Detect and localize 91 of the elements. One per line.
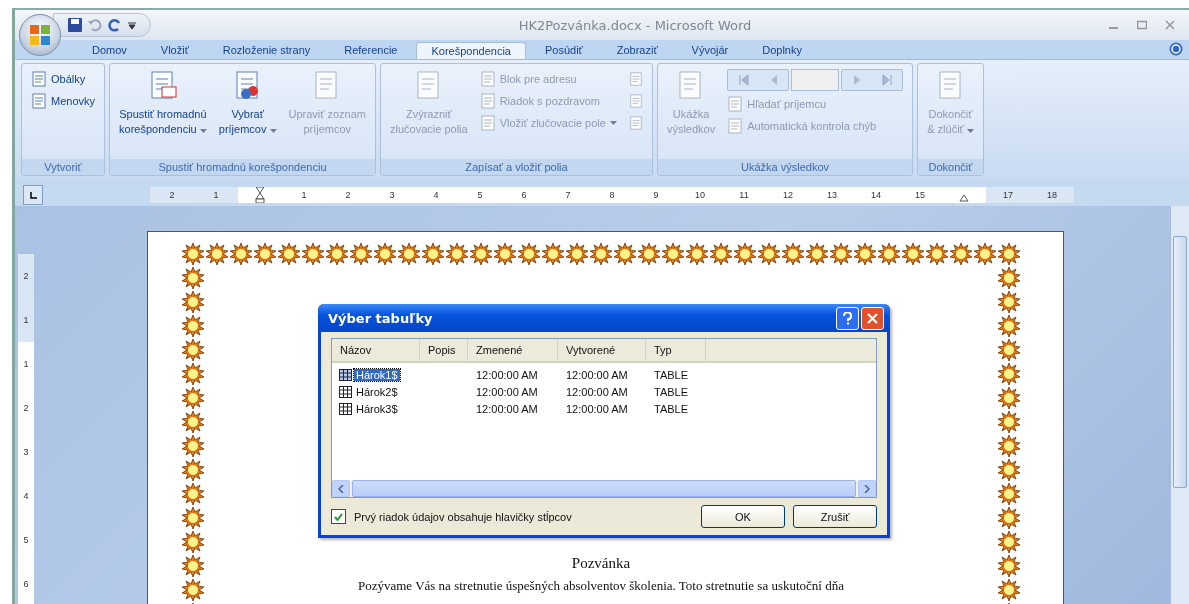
table-icon [339,402,352,415]
document-paragraph: Pozývame Vás na stretnutie úspešných absolventov školenia. Toto stretnutie sa uskutoční dňa [358,578,844,593]
document-icon [727,117,744,134]
office-logo-icon [29,24,51,46]
dialog-button[interactable]: Zrušiť [793,505,877,528]
ribbon-tab[interactable]: Rozloženie strany [207,41,326,59]
indent-marker-icon[interactable] [255,187,265,203]
table-cell-text: TABLE [653,368,690,381]
column-header[interactable]: Typ [646,339,706,361]
ribbon-button[interactable]: Spustiť hromadnú korešpondenciu [119,67,207,137]
ribbon-tab[interactable]: Doplnky [747,41,817,59]
scroll-left-icon [338,484,344,493]
first-record-icon [738,75,749,85]
ribbon-button[interactable]: Vybrať príjemcov [218,67,277,137]
left-tab-icon [29,191,37,199]
caret-icon [609,120,617,125]
table-cell-text: 12:00:00 AM [475,402,539,415]
small-document-icon [628,115,643,130]
column-header[interactable]: Vytvorené [558,339,646,361]
help-button[interactable] [836,306,859,330]
customize-caret-icon[interactable] [128,21,136,29]
document-icon [479,70,496,87]
dialog-title: Výber tabuľky [328,310,434,326]
maximize-icon[interactable] [1137,20,1147,30]
list-item[interactable]: Hárok1$ [354,368,400,381]
ribbon-tab[interactable]: Zobraziť [601,41,673,59]
dialog-button[interactable]: OK [701,505,785,528]
check-icon [334,512,343,521]
caret-icon [966,129,974,133]
document-icon [479,114,496,131]
question-mark-icon [843,311,852,325]
ribbon-tab[interactable]: Referencie [329,41,413,59]
record-number-field[interactable] [791,69,840,91]
caret-icon [199,129,207,133]
list-item[interactable]: Hárok2$ [354,385,400,398]
next-icon [852,75,861,85]
document-icon [727,95,744,112]
list-item[interactable]: Hárok3$ [354,402,400,415]
document-icon [479,92,496,109]
table-cell-text: 12:00:00 AM [565,368,629,381]
table-icon [339,368,352,381]
table-cell-text: 12:00:00 AM [475,368,539,381]
tab-stop-selector[interactable] [23,185,43,205]
last-record-icon [881,75,892,85]
vertical-scrollbar[interactable] [1170,206,1189,604]
window-title: HK2Pozvánka.docx - Microsoft Word [517,17,753,33]
column-header[interactable]: Popis [420,339,468,361]
checkbox[interactable] [331,509,346,524]
undo-icon[interactable] [88,18,102,32]
column-header[interactable]: Názov [332,339,420,361]
ruler-number: 2 [150,187,194,203]
scroll-thumb[interactable] [1173,236,1187,488]
ruler-number: 2 [18,254,34,298]
group-label: Vytvoriť [22,159,105,175]
checkbox-label[interactable]: Prvý riadok údajov obsahuje hlavičky stĺpcov [354,510,693,523]
close-button[interactable] [861,306,884,330]
table-cell-text: TABLE [653,402,690,415]
save-icon[interactable] [68,18,82,32]
column-header[interactable]: Zmenené [468,339,558,361]
document-icon [31,70,47,87]
caret-icon [269,129,277,133]
table-cell-text: 12:00:00 AM [565,402,629,415]
ruler-number: 18 [1030,187,1074,203]
redo-icon[interactable] [108,18,122,32]
ruler-number: 17 [986,187,1030,203]
ruler-number: 1 [18,298,34,342]
table-icon [339,385,352,398]
scroll-right-icon [864,484,870,493]
table-cell-text: 12:00:00 AM [475,385,539,398]
table-cell-text: TABLE [653,385,690,398]
small-document-icon [628,71,643,86]
group-label: Ukážka výsledkov [657,159,913,175]
group-label: Spustiť hromadnú korešpondenciu [110,159,375,175]
document-heading: Pozvánka [571,555,631,572]
close-icon[interactable] [1165,20,1175,30]
ribbon-button[interactable]: Menovky [31,91,96,110]
ribbon-tab[interactable]: Domov [77,41,142,59]
group-label: Zapísať a vložiť polia [381,159,652,175]
close-icon [867,312,878,324]
ribbon-tab[interactable]: Vložiť [145,41,204,59]
group-label: Dokončiť [918,159,983,175]
ribbon-tab[interactable]: Vývojár [676,41,744,59]
document-icon [31,92,47,109]
ribbon-tab[interactable]: Posúdiť [529,41,598,59]
ribbon-tab[interactable]: Korešpondencia [416,42,526,59]
table-cell-text: 12:00:00 AM [565,385,629,398]
ribbon-button[interactable]: Obálky [31,69,96,88]
previous-icon [769,75,778,85]
ruler-number: 1 [194,187,238,203]
small-document-icon [628,93,643,108]
help-icon[interactable] [1169,42,1183,56]
